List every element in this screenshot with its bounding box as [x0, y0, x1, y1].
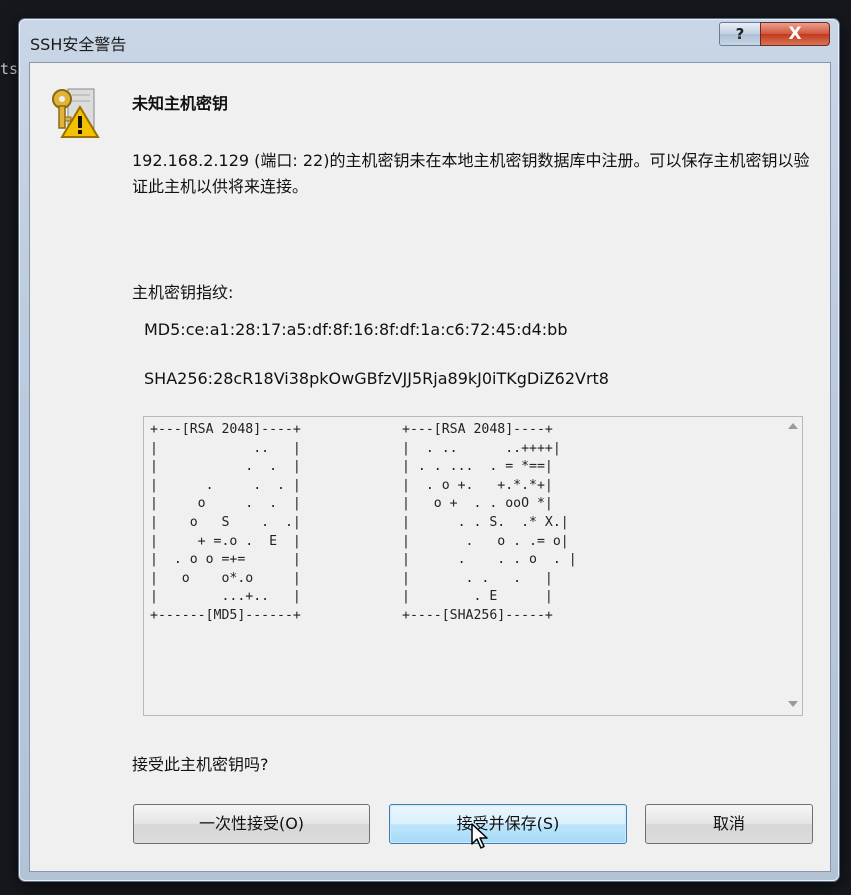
close-button[interactable]: X — [760, 22, 830, 46]
scroll-up-arrow-icon[interactable] — [788, 423, 798, 429]
title-bar[interactable]: SSH安全警告 ? X — [19, 19, 839, 61]
dialog-body: 未知主机密钥 192.168.2.129 (端口: 22)的主机密钥未在本地主机… — [29, 62, 831, 872]
accept-question: 接受此主机密钥吗? — [132, 755, 269, 774]
dialog-heading: 未知主机密钥 — [132, 94, 229, 113]
accept-and-save-button[interactable]: 接受并保存(S) — [389, 804, 627, 844]
sha256-randomart: +---[RSA 2048]----+ | . .. ..++++| | . .… — [402, 422, 577, 623]
cancel-button[interactable]: 取消 — [645, 804, 813, 844]
help-button[interactable]: ? — [719, 22, 761, 46]
randomart-textbox[interactable]: +---[RSA 2048]----+ | .. | | . . | | . .… — [143, 416, 803, 716]
md5-fingerprint: MD5:ce:a1:28:17:a5:df:8f:16:8f:df:1a:c6:… — [144, 320, 568, 339]
accept-once-button[interactable]: 一次性接受(O) — [133, 804, 370, 844]
md5-randomart: +---[RSA 2048]----+ | .. | | . . | | . .… — [150, 422, 301, 623]
mouse-pointer-icon — [470, 822, 490, 854]
vertical-scrollbar[interactable] — [784, 417, 802, 715]
host-key-description: 192.168.2.129 (端口: 22)的主机密钥未在本地主机密钥数据库中注… — [132, 151, 810, 196]
terminal-text-fragment: ts — [0, 60, 19, 78]
ssh-security-warning-dialog: SSH安全警告 ? X 未知主机密钥 192.168.2.129 (端口: 22… — [18, 18, 840, 882]
scroll-down-arrow-icon[interactable] — [788, 701, 798, 707]
sha256-fingerprint: SHA256:28cR18Vi38pkOwGBfzVJJ5Rja89kJ0iTK… — [144, 369, 609, 388]
window-title: SSH安全警告 — [30, 35, 127, 54]
key-warning-icon — [46, 85, 102, 145]
fingerprint-label: 主机密钥指纹: — [132, 283, 234, 302]
